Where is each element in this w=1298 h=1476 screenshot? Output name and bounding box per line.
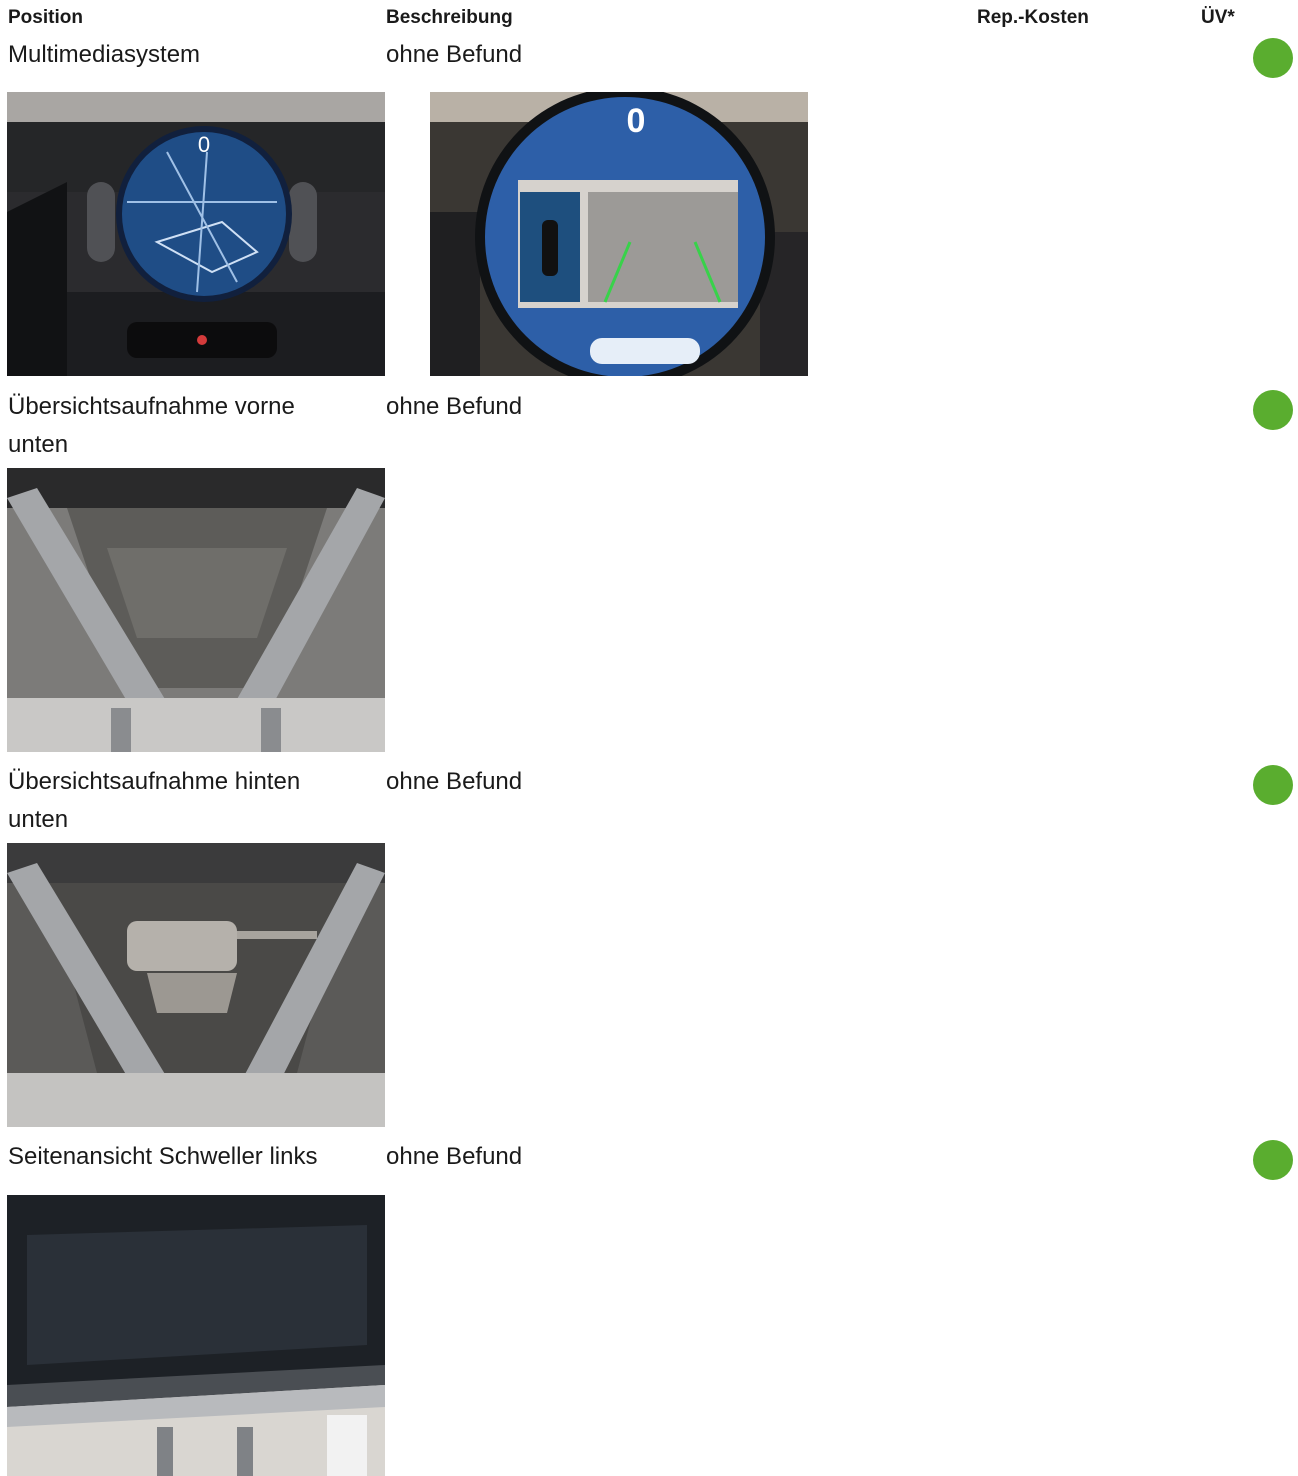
row-description: ohne Befund [386,41,523,68]
status-ok-indicator [1253,1140,1293,1180]
underbody-rear-photo [7,843,385,1127]
svg-text:0: 0 [198,132,210,157]
row-position: Übersichtsaufnahme hinten unten [8,768,301,833]
row-position: Seitenansicht Schweller links [8,1143,318,1170]
column-header-description: Beschreibung [386,7,513,28]
row-position: Multimediasystem [8,41,201,68]
infotainment-navigation-photo: 0 [7,92,385,376]
row-description: ohne Befund [386,393,523,420]
status-ok-indicator [1253,390,1293,430]
row-description: ohne Befund [386,768,523,795]
infotainment-parking-camera-photo: 0 [430,92,808,376]
underbody-front-photo [7,468,385,752]
column-header-repair-cost: Rep.-Kosten [977,7,1089,28]
row-description: ohne Befund [386,1143,523,1170]
column-header-position: Position [8,7,83,28]
status-ok-indicator [1253,765,1293,805]
svg-text:0: 0 [627,102,646,140]
status-ok-indicator [1253,38,1293,78]
row-position: Übersichtsaufnahme vorne unten [8,393,295,458]
column-header-uv: ÜV* [1201,7,1235,28]
table-header: Position Beschreibung Rep.-Kosten ÜV* [0,0,1298,36]
sill-left-photo [7,1195,385,1476]
